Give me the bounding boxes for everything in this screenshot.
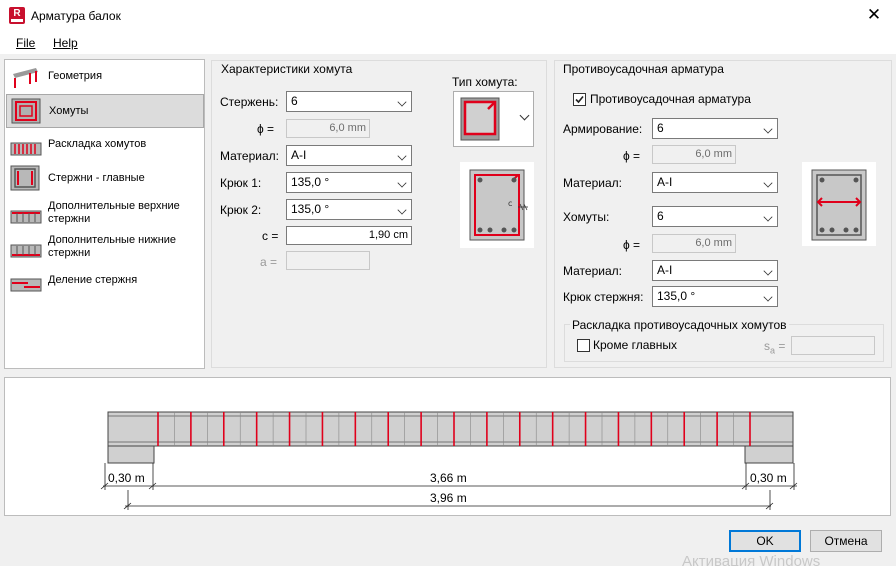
windows-activation-watermark: Активация Windows	[682, 553, 821, 566]
reinf-select[interactable]: 6	[652, 118, 778, 139]
sa-field	[791, 336, 875, 355]
sidebar-item-label: Хомуты	[49, 105, 89, 117]
phi1-field: 6,0 mm	[652, 145, 736, 164]
dim-right-support: 0,30 m	[750, 471, 787, 485]
beam-body	[107, 411, 794, 447]
sidebar-item-label: Стержни - главные	[48, 172, 145, 184]
chevron-down-icon	[519, 110, 530, 121]
except-main-label: Кроме главных	[593, 338, 678, 352]
right-support	[744, 445, 794, 464]
material2-select[interactable]: A-I	[652, 260, 778, 281]
chevron-down-icon	[397, 97, 407, 107]
chevron-down-icon	[397, 178, 407, 188]
shrink-layout-title: Раскладка противоусадочных хомутов	[570, 318, 789, 332]
a-label: a =	[260, 255, 278, 269]
main-bars-icon	[10, 165, 40, 191]
shrink-section-image	[802, 162, 876, 246]
material2-label: Материал:	[563, 264, 622, 278]
cancel-button[interactable]: Отмена	[810, 530, 882, 552]
close-icon[interactable]: ✕	[860, 4, 888, 28]
left-support	[107, 445, 155, 464]
reinf-label: Армирование:	[563, 122, 643, 136]
sidebar-nav: Геометрия Хомуты Раскладка хомутов Стерж…	[4, 59, 205, 369]
bar-split-icon	[10, 278, 42, 292]
geometry-icon	[13, 68, 38, 88]
bar-label: Стержень:	[220, 95, 279, 109]
bar-select[interactable]: 6	[286, 91, 412, 112]
hook1-select[interactable]: 135,0 °	[286, 172, 412, 193]
shrink-stirrups-select[interactable]: 6	[652, 206, 778, 227]
beam-preview: 0,30 m 3,66 m 0,30 m 3,96 m	[4, 377, 891, 516]
hook2-label: Крюк 2:	[220, 203, 262, 217]
menu-file[interactable]: File	[16, 36, 35, 50]
except-main-checkbox[interactable]	[577, 339, 590, 352]
hook1-label: Крюк 1:	[220, 176, 262, 190]
material1-select[interactable]: A-I	[652, 172, 778, 193]
material1-label: Материал:	[563, 176, 622, 190]
chevron-down-icon	[763, 124, 773, 134]
title-bar	[0, 0, 896, 32]
chevron-down-icon	[763, 212, 773, 222]
sidebar-item-main-bars[interactable]: Стержни - главные	[6, 162, 204, 196]
sidebar-item-geometry[interactable]: Геометрия	[6, 60, 204, 94]
chevron-down-icon	[763, 178, 773, 188]
material-label: Материал:	[220, 149, 279, 163]
shrink-checkbox-label: Противоусадочная арматура	[590, 92, 751, 106]
sidebar-item-stirrup-layout[interactable]: Раскладка хомутов	[6, 128, 204, 162]
stirrup-group-title: Характеристики хомута	[219, 62, 355, 76]
sidebar-item-label: Геометрия	[48, 70, 103, 82]
stirrup-type-label: Тип хомута:	[452, 75, 518, 89]
beam-elevation-drawing: 0,30 m 3,66 m 0,30 m 3,96 m	[100, 411, 798, 510]
shrink-hook-select[interactable]: 135,0 °	[652, 286, 778, 307]
app-logo-icon: R	[9, 7, 25, 24]
phi2-field: 6,0 mm	[652, 234, 736, 253]
shrink-group-title: Противоусадочная арматура	[561, 62, 726, 76]
shrink-checkbox[interactable]	[573, 93, 586, 106]
svg-text:c: c	[508, 199, 512, 208]
phi-field: 6,0 mm	[286, 119, 370, 138]
sidebar-item-label: Дополнительные верхние стержни	[48, 200, 180, 225]
extra-bottom-bars-icon	[10, 244, 42, 258]
chevron-down-icon	[397, 205, 407, 215]
phi-label: ϕ =	[257, 122, 275, 136]
dim-left-support: 0,30 m	[108, 471, 145, 485]
checkmark-icon	[575, 95, 584, 104]
shrink-hook-label: Крюк стержня:	[563, 290, 644, 304]
c-label: c =	[262, 229, 279, 243]
window-title: Арматура балок	[31, 9, 121, 23]
material-select[interactable]: A-I	[286, 145, 412, 166]
stirrup-section-image: c	[460, 162, 534, 248]
sa-label: sa =	[764, 339, 786, 356]
phi2-label: ϕ =	[623, 238, 641, 252]
chevron-down-icon	[763, 266, 773, 276]
sidebar-item-bar-split[interactable]: Деление стержня	[6, 264, 204, 298]
phi1-label: ϕ =	[623, 149, 641, 163]
stirrups-icon	[11, 98, 41, 124]
shrink-stirrups-label: Хомуты:	[563, 210, 610, 224]
sidebar-item-label: Раскладка хомутов	[48, 138, 147, 150]
c-input[interactable]: 1,90 cm	[286, 226, 412, 245]
menu-bar	[0, 32, 896, 54]
ok-button[interactable]: OK	[729, 530, 801, 552]
stirrup-type-select[interactable]	[453, 91, 534, 147]
shrink-section-icon	[811, 169, 867, 241]
sidebar-item-extra-bottom-bars[interactable]: Дополнительные нижние стержни	[6, 230, 204, 264]
a-field	[286, 251, 370, 270]
dim-total: 3,96 m	[430, 491, 467, 505]
sidebar-item-label: Деление стержня	[48, 274, 138, 286]
hook2-select[interactable]: 135,0 °	[286, 199, 412, 220]
sidebar-item-extra-top-bars[interactable]: Дополнительные верхние стержни	[6, 196, 204, 230]
extra-top-bars-icon	[10, 210, 42, 224]
sidebar-item-stirrups[interactable]: Хомуты	[6, 94, 204, 128]
stirrup-layout-icon	[10, 142, 42, 156]
sidebar-item-label: Дополнительные нижние стержни	[48, 234, 177, 259]
menu-help[interactable]: Help	[53, 36, 78, 50]
chevron-down-icon	[397, 151, 407, 161]
dim-span: 3,66 m	[430, 471, 467, 485]
stirrup-section-icon: c	[469, 169, 528, 241]
chevron-down-icon	[763, 292, 773, 302]
stirrup-type-icon	[460, 97, 500, 141]
